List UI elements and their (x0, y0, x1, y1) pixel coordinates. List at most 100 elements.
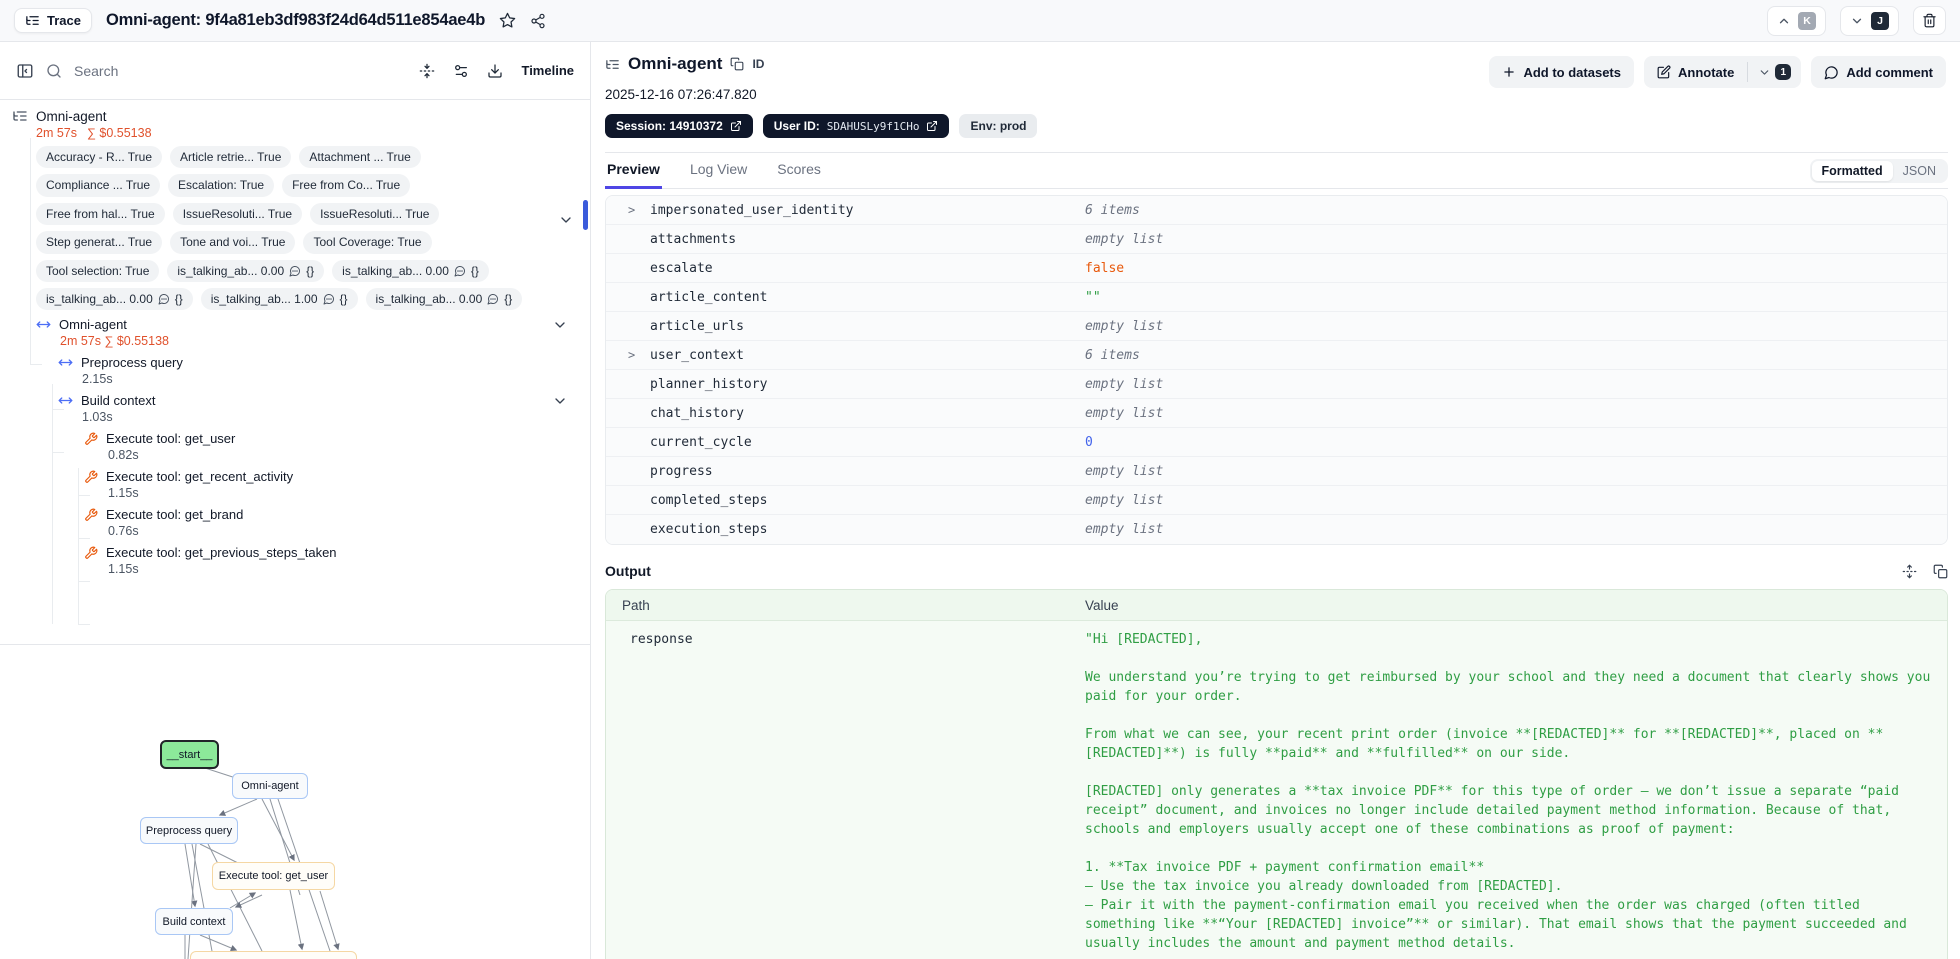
copy-id-label[interactable]: ID (752, 57, 764, 71)
copy-icon[interactable] (1933, 564, 1948, 579)
score-badge-label: is_talking_ab... 0.00 (46, 291, 153, 306)
graph-node[interactable]: Execute tool: get_recent_activity (190, 951, 357, 959)
collapse-all-icon[interactable] (419, 63, 435, 79)
score-badge[interactable]: Tool Coverage: True (303, 231, 432, 254)
sidebar-scrollbar-thumb[interactable] (583, 200, 588, 230)
score-badge[interactable]: is_talking_ab... 0.00 {} (167, 259, 325, 282)
trace-span-row[interactable]: Execute tool: get_previous_steps_taken 1.… (12, 545, 578, 576)
score-badge[interactable]: is_talking_ab... 0.00 {} (365, 287, 523, 311)
graph-node[interactable]: __start__ (160, 740, 219, 769)
score-badge[interactable]: IssueResoluti... True (310, 202, 440, 226)
score-badge-label: Article retrie... True (180, 150, 282, 164)
add-comment-button[interactable]: Add comment (1811, 56, 1946, 88)
chevron-down-icon[interactable] (558, 212, 574, 228)
trace-timestamp: 2025-12-16 07:26:47.820 (605, 87, 757, 102)
tab-scores[interactable]: Scores (775, 153, 823, 189)
score-badge[interactable]: IssueResoluti... True (172, 202, 303, 226)
score-badge-label: Free from Co... True (292, 178, 401, 193)
timeline-toggle[interactable]: Timeline (521, 63, 574, 78)
download-icon[interactable] (487, 63, 503, 79)
kv-value: empty list (1085, 522, 1164, 537)
trace-detail-panel: Omni-agent ID 2025-12-16 07:26:47.820 Se… (591, 42, 1960, 959)
format-option-json[interactable]: JSON (1893, 161, 1946, 181)
score-badge[interactable]: Accuracy - R... True (36, 146, 163, 169)
chevron-down-icon[interactable] (552, 393, 568, 409)
delete-trace-button[interactable] (1913, 6, 1946, 35)
trace-span-row[interactable]: Execute tool: get_recent_activity 1.15s (12, 469, 578, 500)
trace-span-row[interactable]: Build context 1.03s (12, 393, 578, 424)
expand-chevron-icon[interactable]: > (628, 203, 635, 217)
kv-key: execution_steps (650, 522, 768, 537)
annotation-count-badge: 1 (1775, 64, 1792, 80)
external-link-icon (730, 120, 742, 132)
trace-span-row[interactable]: Execute tool: get_brand 0.76s (12, 507, 578, 538)
graph-node[interactable]: Execute tool: get_user (212, 862, 335, 890)
score-badge-label: Accuracy - R... True (46, 150, 153, 164)
kv-row: current_cycle 0 (606, 428, 1947, 457)
output-table: Path Value response "Hi [REDACTED], We un… (605, 589, 1948, 959)
span-name: Execute tool: get_brand (106, 507, 244, 523)
trash-icon (1922, 13, 1937, 28)
chevron-down-icon[interactable] (552, 317, 568, 333)
score-badges: Accuracy - R... True Article retrie... Tr… (36, 146, 544, 311)
trace-type-chip[interactable]: Trace (14, 8, 92, 33)
previous-trace-button[interactable]: K (1767, 5, 1826, 36)
trace-span-row[interactable]: Execute tool: get_user 0.82s (12, 431, 578, 462)
list-tree-icon (25, 13, 40, 28)
score-badge[interactable]: Step generat... True (36, 231, 163, 254)
next-trace-button[interactable]: J (1840, 5, 1899, 36)
trace-sidebar: Timeline Omni-agent 2m 57s ∑ $0.55138 (0, 42, 591, 959)
expand-rows-icon[interactable] (1902, 564, 1917, 579)
score-badge[interactable]: Escalation: True (168, 174, 275, 197)
expand-chevron-icon[interactable]: > (628, 348, 635, 362)
graph-node[interactable]: Omni-agent (232, 773, 308, 799)
trace-span-row[interactable]: Preprocess query 2.15s (12, 355, 578, 386)
add-to-datasets-button[interactable]: Add to datasets (1489, 56, 1634, 88)
annotate-label: Annotate (1677, 64, 1735, 80)
comment-bubble-icon (323, 294, 334, 305)
annotate-dropdown[interactable]: 1 (1748, 64, 1801, 80)
panel-collapse-icon[interactable] (16, 62, 34, 80)
score-badge[interactable]: Tool selection: True (36, 259, 160, 282)
output-title: Output (605, 563, 651, 579)
score-badge[interactable]: Free from Co... True (282, 174, 411, 197)
graph-node[interactable]: Build context (155, 908, 233, 935)
score-badge[interactable]: Article retrie... True (170, 146, 292, 169)
settings-sliders-icon[interactable] (453, 63, 469, 79)
output-table-header: Path Value (606, 590, 1947, 621)
output-path: response (630, 632, 693, 647)
score-badge[interactable]: Attachment ... True (299, 146, 421, 169)
search-input[interactable] (74, 62, 408, 79)
score-badge[interactable]: Tone and voi... True (170, 231, 296, 254)
score-badge[interactable]: Free from hal... True (36, 202, 165, 226)
score-badge-label: Tone and voi... True (180, 235, 286, 250)
score-badge[interactable]: Compliance ... True (36, 174, 161, 197)
graph-node[interactable]: Preprocess query (140, 817, 238, 844)
score-badge-value: {} (470, 263, 479, 278)
root-duration: 2m 57s (36, 126, 77, 140)
kv-key: impersonated_user_identity (650, 202, 854, 218)
annotate-button[interactable]: Annotate (1644, 56, 1747, 88)
list-tree-icon (12, 108, 28, 124)
score-badge[interactable]: is_talking_ab... 1.00 {} (200, 287, 358, 311)
session-badge[interactable]: Session: 14910372 (605, 114, 753, 138)
score-badge[interactable]: is_talking_ab... 0.00 {} (36, 287, 193, 311)
span-duration: 1.03s (82, 410, 113, 425)
detail-title: Omni-agent (628, 54, 723, 73)
share-icon[interactable] (530, 13, 546, 29)
score-badge-label: Step generat... True (46, 235, 153, 250)
tab-log-view[interactable]: Log View (688, 153, 749, 189)
tab-preview[interactable]: Preview (605, 153, 662, 189)
comment-bubble-icon (158, 294, 169, 305)
kv-value: 6 items (1085, 347, 1140, 363)
sidebar-header: Timeline (0, 42, 590, 100)
score-badge[interactable]: is_talking_ab... 0.00 {} (332, 259, 489, 282)
trace-span-row[interactable]: Omni-agent 2m 57s ∑ $0.55138 (12, 317, 578, 348)
tree-connector (78, 624, 90, 625)
bookmark-star-icon[interactable] (499, 12, 516, 29)
tree-root-row[interactable]: Omni-agent (12, 108, 578, 124)
format-option-formatted[interactable]: Formatted (1811, 160, 1893, 181)
user-id-badge[interactable]: User ID: SDAHUSLy9f1CHo (762, 114, 950, 138)
shortcut-key-j: J (1871, 11, 1889, 30)
copy-icon[interactable] (730, 57, 744, 71)
